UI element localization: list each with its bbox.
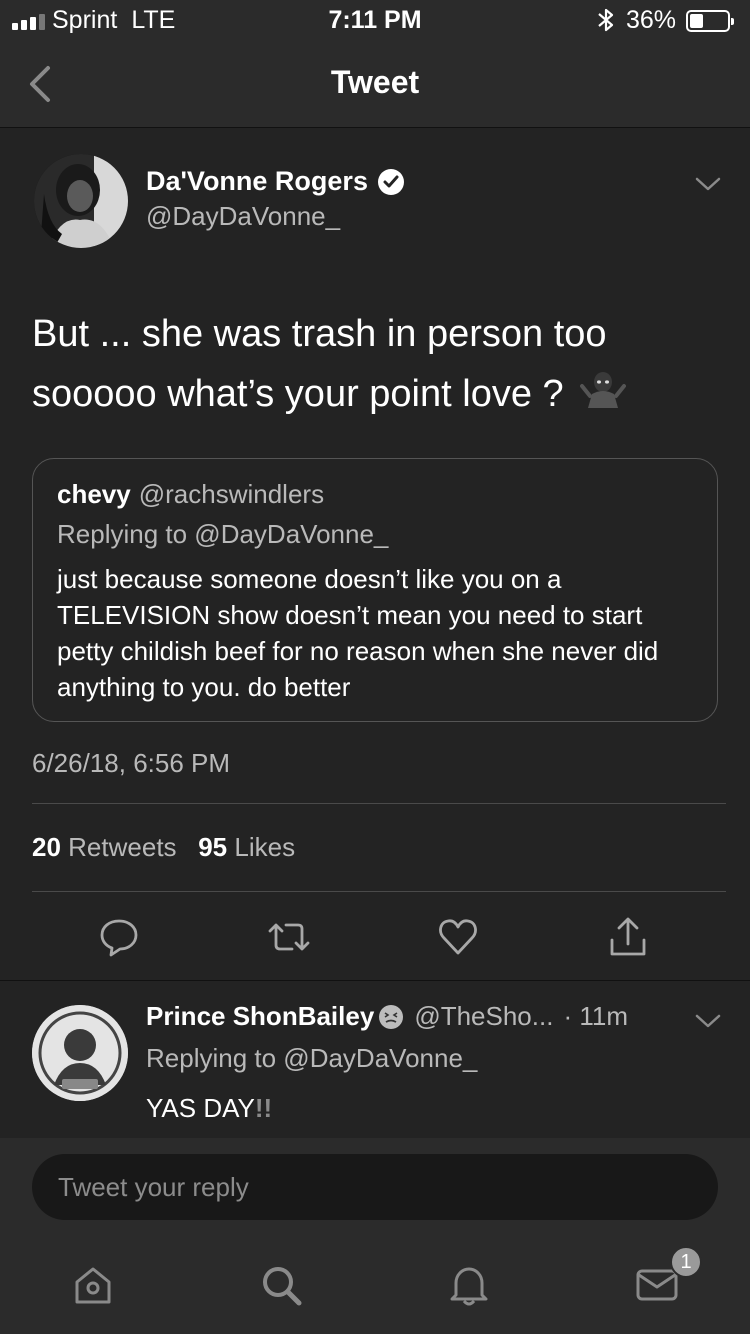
tweet-stats: 20 Retweets 95 Likes xyxy=(32,832,295,863)
tweet-timestamp: 6/26/18, 6:56 PM xyxy=(32,748,231,778)
quoted-replying-to: Replying to @DayDaVonne_ xyxy=(57,519,389,549)
tab-search[interactable] xyxy=(256,1260,306,1310)
double-exclamation-emoji: !! xyxy=(254,1093,273,1123)
verified-badge-icon xyxy=(377,168,404,195)
tab-bar: 1 xyxy=(0,1236,750,1334)
tab-home[interactable] xyxy=(68,1260,118,1310)
battery-percent: 36% xyxy=(626,6,677,34)
like-button[interactable] xyxy=(433,914,483,960)
tweet-reply-input[interactable] xyxy=(32,1154,718,1220)
likes-count: 95 xyxy=(198,832,228,862)
person-shrugging-emoji xyxy=(580,366,627,426)
author-name-row[interactable]: Da'Vonne Rogers xyxy=(146,166,404,197)
reply-composer xyxy=(0,1138,750,1236)
quoted-author-handle: @rachswindlers xyxy=(138,479,325,509)
tweet-text-container: But ... she was trash in person too sooo… xyxy=(32,304,722,426)
quoted-author-name: chevy xyxy=(57,479,131,509)
notifications-icon xyxy=(450,1267,488,1306)
divider xyxy=(32,891,726,892)
quoted-tweet-text: just because someone doesn’t like you on… xyxy=(57,564,659,702)
tweet-options-button[interactable] xyxy=(694,174,722,194)
tab-messages[interactable]: 1 xyxy=(632,1246,702,1310)
retweets-label: Retweets xyxy=(68,832,177,862)
author-avatar[interactable] xyxy=(34,154,128,248)
reply-tweet[interactable]: Prince ShonBailey @TheSho... · 11m Reply… xyxy=(0,980,750,1138)
search-icon xyxy=(263,1267,302,1306)
navigation-bar: Tweet xyxy=(0,40,750,128)
likes-label: Likes xyxy=(234,832,296,862)
chevron-down-icon xyxy=(695,1014,721,1028)
page-title: Tweet xyxy=(330,64,420,100)
reply-author-name[interactable]: Prince ShonBailey xyxy=(146,1001,374,1032)
reply-button[interactable] xyxy=(94,914,144,960)
battery-icon xyxy=(686,10,734,32)
messages-badge: 1 xyxy=(670,1246,702,1278)
share-button[interactable] xyxy=(603,914,653,960)
home-icon xyxy=(75,1267,111,1304)
author-name[interactable]: Da'Vonne Rogers xyxy=(146,166,368,197)
likes-stat[interactable]: 95 Likes xyxy=(198,832,295,862)
chevron-down-icon xyxy=(695,177,721,191)
retweets-count: 20 xyxy=(32,832,61,862)
reply-icon xyxy=(100,919,138,957)
quoted-tweet[interactable]: chevy @rachswindlers Replying to @DayDaVo… xyxy=(32,458,718,722)
share-icon xyxy=(610,917,646,956)
reply-author-handle[interactable]: @TheSho... xyxy=(414,1001,553,1032)
tab-notifications[interactable] xyxy=(444,1260,494,1310)
retweet-icon xyxy=(268,923,310,951)
status-bar: Sprint LTE 7:11 PM 36% xyxy=(0,0,750,40)
reply-replying-to: Replying to @DayDaVonne_ xyxy=(146,1043,478,1073)
reply-author-avatar[interactable] xyxy=(32,1005,128,1101)
messages-icon xyxy=(636,1269,678,1301)
retweet-button[interactable] xyxy=(264,914,314,960)
heart-icon xyxy=(439,919,477,955)
tweet-text: But ... she was trash in person too sooo… xyxy=(32,313,607,415)
retweets-stat[interactable]: 20 Retweets xyxy=(32,832,177,862)
reply-time: · 11m xyxy=(563,1001,628,1031)
nauseated-face-emoji xyxy=(378,1004,404,1030)
divider xyxy=(32,803,726,804)
reply-options-button[interactable] xyxy=(694,1011,722,1031)
reply-text: YAS DAY xyxy=(146,1093,255,1123)
bluetooth-icon xyxy=(596,6,616,41)
author-handle[interactable]: @DayDaVonne_ xyxy=(146,201,340,232)
